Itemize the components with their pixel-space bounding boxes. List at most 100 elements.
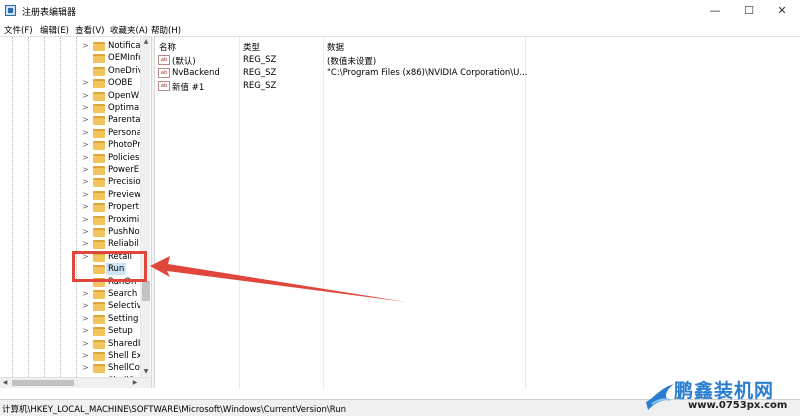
tree-item[interactable]: > Persona — [80, 127, 142, 139]
registry-path: 计算机\HKEY_LOCAL_MACHINE\SOFTWARE\Microsof… — [2, 405, 347, 415]
annotation-highlight-box — [72, 251, 147, 282]
expand-chevron-icon[interactable]: > — [82, 227, 89, 236]
expand-chevron-icon[interactable]: > — [82, 202, 89, 211]
tree-item[interactable]: OneDriv — [80, 65, 142, 77]
tree-item-label: Propert — [108, 202, 139, 213]
column-header-name[interactable]: 名称 — [159, 41, 176, 53]
tree-item-label: Persona — [108, 127, 142, 138]
tree-item[interactable]: > Preview — [80, 189, 142, 201]
expand-chevron-icon[interactable]: > — [82, 41, 89, 50]
tree-item[interactable]: > OOBE — [80, 77, 142, 89]
folder-icon — [93, 314, 105, 324]
folder-icon — [93, 104, 105, 113]
column-header-data[interactable]: 数据 — [327, 41, 344, 53]
value-row[interactable]: ab (默认) REG_SZ (数值未设置) — [155, 54, 755, 67]
folder-icon — [93, 153, 105, 163]
tree-item[interactable]: > Shell Ex — [80, 350, 142, 362]
expand-chevron-icon[interactable]: > — [82, 115, 89, 124]
tree-item[interactable]: > Setup — [80, 325, 142, 337]
tree-item-label: Preview — [108, 189, 142, 200]
expand-chevron-icon[interactable]: > — [82, 351, 89, 360]
key-tree-pane[interactable]: > Notifica OEMInfo OneDriv > OOBE > OpenW > Optim… — [0, 36, 151, 388]
value-name: NvBackend — [172, 68, 220, 78]
bird-logo-icon — [646, 384, 674, 410]
menu-view[interactable]: 查看(V) — [75, 24, 104, 36]
tree-item[interactable]: > ShellCo — [80, 362, 142, 374]
string-value-icon: ab — [158, 81, 170, 91]
value-type: REG_SZ — [243, 68, 277, 78]
expand-chevron-icon[interactable]: > — [82, 103, 89, 112]
tree-item-label: OpenW — [108, 90, 140, 101]
menu-favorites[interactable]: 收藏夹(A) — [110, 24, 148, 36]
folder-icon — [93, 79, 105, 89]
expand-chevron-icon[interactable]: > — [82, 177, 89, 186]
scroll-left-arrow-icon[interactable]: ◀ — [0, 378, 10, 388]
minimize-button[interactable]: — — [706, 3, 724, 19]
tree-item[interactable]: > Optimal — [80, 102, 142, 114]
tree-item[interactable]: > Policies — [80, 152, 142, 164]
string-value-icon: ab — [158, 55, 170, 65]
scroll-down-arrow-icon[interactable]: ▼ — [141, 367, 151, 377]
hscroll-thumb[interactable] — [12, 380, 74, 386]
expand-chevron-icon[interactable]: > — [82, 153, 89, 162]
expand-chevron-icon[interactable]: > — [82, 339, 89, 348]
value-row[interactable]: ab NvBackend REG_SZ "C:\Program Files (x… — [155, 67, 755, 80]
expand-chevron-icon[interactable]: > — [82, 91, 89, 100]
value-row[interactable]: ab 新值 #1 REG_SZ — [155, 80, 755, 93]
tree-item-label: OEMInfo — [108, 53, 142, 64]
column-header-type[interactable]: 类型 — [243, 41, 260, 53]
tree-item[interactable]: > PhotoPr — [80, 139, 142, 151]
tree-item[interactable]: > Parenta — [80, 114, 142, 126]
maximize-button[interactable]: ☐ — [740, 3, 758, 19]
expand-chevron-icon[interactable]: > — [82, 289, 89, 298]
folder-icon — [93, 203, 105, 213]
values-list-pane[interactable]: 名称 类型 数据 ab (默认) REG_SZ (数值未设置) ab NvBac… — [155, 36, 800, 389]
expand-chevron-icon[interactable]: > — [82, 140, 89, 149]
tree-guide-line — [44, 37, 45, 377]
tree-item[interactable]: > Reliabil — [80, 238, 142, 250]
folder-icon — [93, 128, 105, 138]
expand-chevron-icon[interactable]: > — [82, 301, 89, 310]
tree-item-label: SharedI — [108, 338, 141, 349]
window-title: 注册表编辑器 — [22, 8, 77, 18]
tree-item[interactable]: > OpenW — [80, 90, 142, 102]
tree-item[interactable]: > Proximi — [80, 214, 142, 226]
value-type: REG_SZ — [243, 55, 277, 65]
value-data: "C:\Program Files (x86)\NVIDIA Corporati… — [327, 68, 528, 78]
expand-chevron-icon[interactable]: > — [82, 326, 89, 335]
expand-chevron-icon[interactable]: > — [82, 363, 89, 372]
scroll-thumb[interactable] — [142, 281, 150, 301]
tree-item[interactable]: OEMInfo — [80, 52, 142, 64]
tree-item-label: Parenta — [108, 115, 141, 126]
tree-horizontal-scrollbar[interactable]: ◀ ▶ — [0, 377, 151, 388]
expand-chevron-icon[interactable]: > — [82, 128, 89, 137]
folder-icon — [93, 339, 105, 349]
menu-help[interactable]: 帮助(H) — [151, 24, 181, 36]
tree-item[interactable]: > PowerE — [80, 164, 142, 176]
expand-chevron-icon[interactable]: > — [82, 165, 89, 174]
close-button[interactable]: ✕ — [773, 3, 791, 19]
scroll-right-arrow-icon[interactable]: ▶ — [130, 378, 140, 388]
tree-item[interactable]: > Precisio — [80, 176, 142, 188]
tree-vertical-scrollbar[interactable]: ▲ ▼ — [140, 37, 150, 377]
tree-item[interactable]: > PushNo — [80, 226, 142, 238]
folder-icon — [93, 240, 105, 250]
tree-item[interactable]: > Selectiv — [80, 300, 142, 312]
tree-item[interactable]: > Search — [80, 288, 142, 300]
tree-item[interactable]: > Setting — [80, 313, 142, 325]
expand-chevron-icon[interactable]: > — [82, 239, 89, 248]
tree-item[interactable]: > SharedI — [80, 338, 142, 350]
expand-chevron-icon[interactable]: > — [82, 190, 89, 199]
menu-file[interactable]: 文件(F) — [4, 24, 33, 36]
tree-item-label: Selectiv — [108, 301, 142, 312]
tree-item[interactable]: > Notifica — [80, 40, 142, 52]
tree-item-label: Setting — [108, 313, 139, 324]
tree-item[interactable]: > Propert — [80, 201, 142, 213]
tree-item-label: PushNo — [108, 227, 140, 237]
expand-chevron-icon[interactable]: > — [82, 78, 89, 87]
scroll-up-arrow-icon[interactable]: ▲ — [141, 37, 151, 47]
expand-chevron-icon[interactable]: > — [82, 215, 89, 224]
tree-item-label: ShellCo — [108, 363, 140, 374]
expand-chevron-icon[interactable]: > — [82, 314, 89, 323]
menu-edit[interactable]: 编辑(E) — [40, 24, 69, 36]
